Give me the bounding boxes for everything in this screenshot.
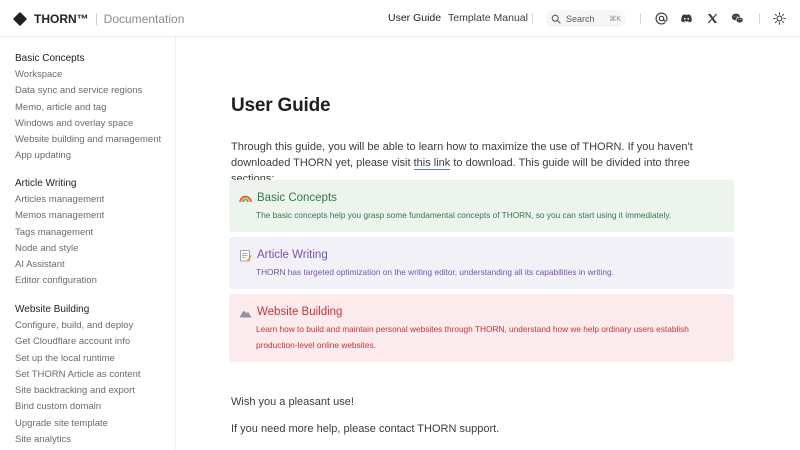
sidebar-item-cloudflare-info[interactable]: Get Cloudflare account info bbox=[15, 334, 141, 350]
card-title: Website Building bbox=[257, 306, 343, 318]
sidebar-group-article-writing: Article Writing Articles management Memo… bbox=[15, 176, 104, 290]
download-link[interactable]: this link bbox=[413, 157, 451, 170]
sidebar-item-custom-domain[interactable]: Bind custom domain bbox=[15, 399, 141, 415]
card-title: Basic Concepts bbox=[257, 192, 337, 204]
sidebar-item-configure-build-deploy[interactable]: Configure, build, and deploy bbox=[15, 318, 141, 334]
brand[interactable]: THORN™ Documentation bbox=[12, 0, 185, 37]
brand-name: THORN™ bbox=[34, 11, 89, 26]
sidebar-item-local-runtime[interactable]: Set up the local runtime bbox=[15, 351, 141, 367]
card-basic-concepts[interactable]: Basic Concepts The basic concepts help y… bbox=[229, 180, 734, 232]
x-icon[interactable] bbox=[706, 12, 719, 25]
at-icon[interactable] bbox=[655, 12, 668, 25]
brand-section: Documentation bbox=[103, 11, 185, 26]
sidebar-item-website-management[interactable]: Website building and management bbox=[15, 132, 161, 148]
nav-divider bbox=[532, 13, 533, 24]
nav-divider bbox=[640, 13, 641, 24]
memo-icon bbox=[239, 249, 252, 262]
rainbow-icon bbox=[239, 192, 252, 205]
nav-user-guide[interactable]: User Guide bbox=[388, 0, 441, 37]
sidebar-item-thorn-article-content[interactable]: Set THORN Article as content bbox=[15, 367, 141, 383]
sidebar-item-editor-configuration[interactable]: Editor configuration bbox=[15, 273, 104, 289]
closing-text: Wish you a pleasant use! bbox=[231, 396, 354, 408]
main-content: User Guide Through this guide, you will … bbox=[177, 37, 800, 450]
sidebar-item-ai-assistant[interactable]: AI Assistant bbox=[15, 257, 104, 273]
sidebar-item-app-updating[interactable]: App updating bbox=[15, 148, 161, 164]
support-text: If you need more help, please contact TH… bbox=[231, 423, 500, 435]
discord-icon[interactable] bbox=[680, 12, 693, 25]
sidebar-item-articles-management[interactable]: Articles management bbox=[15, 192, 104, 208]
card-article-writing[interactable]: Article Writing THORN has targeted optim… bbox=[229, 237, 734, 289]
sidebar-item-data-sync[interactable]: Data sync and service regions bbox=[15, 83, 161, 99]
nav-template-manual[interactable]: Template Manual bbox=[448, 0, 528, 37]
thorn-logo-icon bbox=[12, 11, 28, 26]
sidebar-group-website-building: Website Building Configure, build, and d… bbox=[15, 302, 141, 448]
sidebar-item-windows-overlay[interactable]: Windows and overlay space bbox=[15, 116, 161, 132]
brand-divider bbox=[95, 12, 97, 25]
wechat-icon[interactable] bbox=[731, 12, 744, 25]
sun-icon[interactable] bbox=[773, 12, 786, 25]
sidebar-group-basic-concepts: Basic Concepts Workspace Data sync and s… bbox=[15, 51, 161, 165]
sidebar-item-memos-management[interactable]: Memos management bbox=[15, 208, 104, 224]
card-title: Article Writing bbox=[257, 249, 328, 261]
card-description: THORN has targeted optimization on the w… bbox=[256, 267, 614, 277]
search-icon bbox=[551, 14, 561, 24]
search-shortcut: ⌘K bbox=[609, 15, 621, 23]
card-description: The basic concepts help you grasp some f… bbox=[256, 210, 672, 220]
sidebar-group-title[interactable]: Website Building bbox=[15, 302, 141, 318]
sidebar-item-workspace[interactable]: Workspace bbox=[15, 67, 161, 83]
sidebar: Basic Concepts Workspace Data sync and s… bbox=[0, 37, 176, 450]
page-title: User Guide bbox=[231, 95, 331, 116]
sidebar-item-backtracking-export[interactable]: Site backtracking and export bbox=[15, 383, 141, 399]
sidebar-item-tags-management[interactable]: Tags management bbox=[15, 225, 104, 241]
sidebar-group-title[interactable]: Basic Concepts bbox=[15, 51, 161, 67]
sidebar-item-node-style[interactable]: Node and style bbox=[15, 241, 104, 257]
card-description: Learn how to build and maintain personal… bbox=[256, 324, 689, 350]
sidebar-group-title[interactable]: Article Writing bbox=[15, 176, 104, 192]
sidebar-item-upgrade-template[interactable]: Upgrade site template bbox=[15, 416, 141, 432]
search-button[interactable]: Search ⌘K bbox=[546, 10, 626, 27]
nav-divider bbox=[759, 13, 760, 24]
sidebar-item-memo-article-tag[interactable]: Memo, article and tag bbox=[15, 100, 161, 116]
mountain-icon bbox=[239, 306, 252, 319]
card-website-building[interactable]: Website Building Learn how to build and … bbox=[229, 294, 734, 362]
top-navbar: THORN™ Documentation User Guide Template… bbox=[0, 0, 800, 37]
sidebar-item-site-analytics[interactable]: Site analytics bbox=[15, 432, 141, 448]
search-placeholder: Search bbox=[566, 13, 595, 24]
